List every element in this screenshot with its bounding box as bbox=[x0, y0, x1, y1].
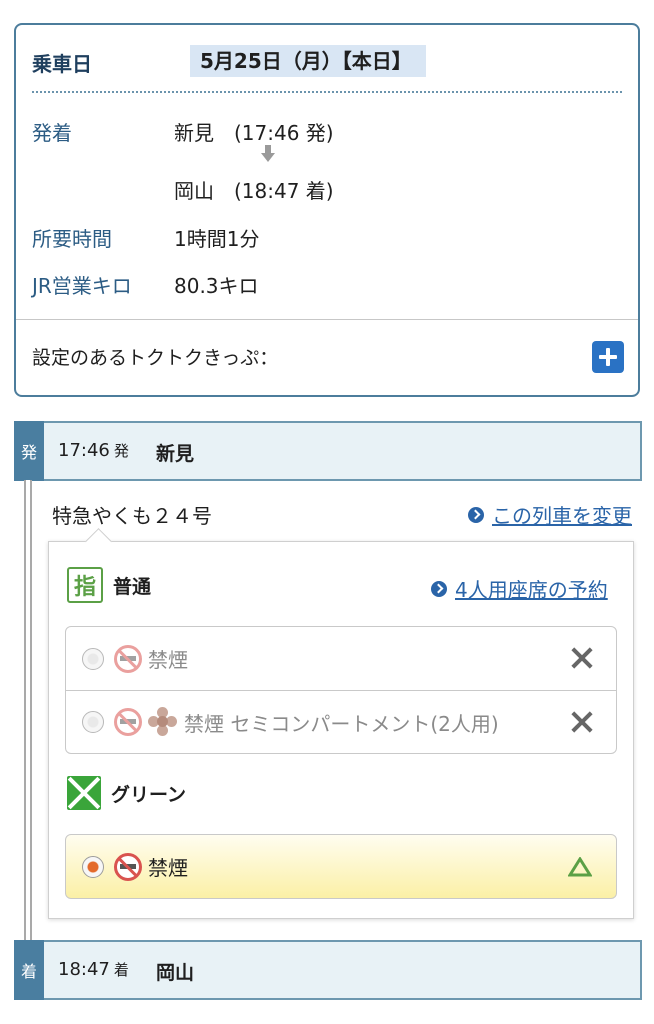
date-row: 乗車日 5月25日（月）【本日】 bbox=[32, 43, 622, 93]
seat-option-row: 禁煙 bbox=[66, 627, 616, 690]
arrival-time: 18:47 着 bbox=[58, 959, 129, 980]
no-smoking-icon bbox=[114, 708, 142, 736]
change-train-link-text: この列車を変更 bbox=[492, 504, 632, 528]
seat-radio bbox=[82, 647, 104, 670]
departure-time-suffix: 発 bbox=[113, 442, 129, 460]
seat-option-row: 禁煙 セミコンパートメント(2人用) bbox=[66, 690, 616, 753]
departure-line: 新見 (17:46 発) bbox=[174, 121, 334, 145]
arrival-time-suffix: 着 bbox=[113, 961, 129, 979]
green-class-header: グリーン bbox=[67, 776, 186, 810]
no-smoking-icon bbox=[114, 852, 142, 881]
seat-radio bbox=[82, 711, 104, 733]
departure-time: 17:46 発 bbox=[58, 440, 129, 461]
seat-option-label: 禁煙 bbox=[148, 648, 188, 672]
seat-radio-selected[interactable] bbox=[82, 855, 104, 878]
four-seat-reservation-link[interactable]: 4人用座席の予約 bbox=[431, 574, 608, 603]
distance-label: JR営業キロ bbox=[32, 274, 132, 298]
plus-icon[interactable] bbox=[592, 341, 624, 373]
date-label: 乗車日 bbox=[32, 52, 92, 76]
reserved-options: 禁煙 禁煙 セミコンパートメント(2人用) bbox=[65, 626, 617, 754]
departure-station-bar: 発 17:46 発 新見 bbox=[14, 421, 642, 481]
change-train-link[interactable]: この列車を変更 bbox=[468, 500, 632, 529]
four-seat-link-text: 4人用座席の予約 bbox=[455, 578, 608, 602]
arrival-time-value: 18:47 bbox=[58, 959, 110, 980]
trip-summary-card: 乗車日 5月25日（月）【本日】 発着 新見 (17:46 発) 岡山 (18:… bbox=[14, 23, 640, 397]
no-smoking-icon bbox=[114, 644, 142, 673]
date-value: 5月25日（月）【本日】 bbox=[190, 45, 426, 77]
unavailable-x-icon bbox=[570, 710, 594, 734]
departure-station-name: 新見 bbox=[156, 443, 195, 465]
unavailable-x-icon bbox=[570, 646, 594, 670]
distance-value: 80.3キロ bbox=[174, 274, 259, 298]
seat-selection-panel: 指 普通 4人用座席の予約 禁煙 禁煙 セミコンパートメント(2人用) グリーン bbox=[48, 541, 634, 919]
seat-option-label: 禁煙 セミコンパートメント(2人用) bbox=[184, 711, 499, 736]
arrival-station-bar: 着 18:47 着 岡山 bbox=[14, 940, 642, 1000]
semi-compartment-icon bbox=[148, 707, 178, 737]
chevron-circle-icon bbox=[431, 580, 447, 597]
green-class-name: グリーン bbox=[111, 783, 187, 806]
card-divider bbox=[16, 319, 638, 320]
discount-ticket-label: 設定のあるトクトクきっぷ： bbox=[32, 347, 279, 369]
chevron-circle-icon bbox=[468, 506, 484, 523]
arrival-station-name: 岡山 bbox=[156, 962, 195, 984]
reserved-class-header: 指 普通 bbox=[67, 567, 151, 603]
duration-label: 所要時間 bbox=[32, 227, 112, 251]
arrival-badge: 着 bbox=[14, 940, 44, 1000]
arrival-line: 岡山 (18:47 着) bbox=[174, 179, 334, 203]
limited-triangle-icon bbox=[568, 857, 592, 877]
reserved-seat-icon: 指 bbox=[67, 567, 103, 603]
seat-option-label: 禁煙 bbox=[148, 856, 188, 880]
departure-badge: 発 bbox=[14, 421, 44, 481]
arrow-down-icon bbox=[261, 145, 275, 162]
green-options: 禁煙 bbox=[65, 834, 617, 899]
duration-value: 1時間1分 bbox=[174, 227, 260, 251]
seat-option-row-selected[interactable]: 禁煙 bbox=[66, 835, 616, 898]
depart-arrive-label: 発着 bbox=[32, 121, 72, 145]
reserved-class-name: 普通 bbox=[113, 575, 152, 598]
green-car-icon bbox=[67, 776, 101, 810]
route-timeline bbox=[24, 480, 32, 942]
departure-time-value: 17:46 bbox=[58, 440, 110, 461]
train-name: 特急やくも２４号 bbox=[52, 504, 212, 528]
